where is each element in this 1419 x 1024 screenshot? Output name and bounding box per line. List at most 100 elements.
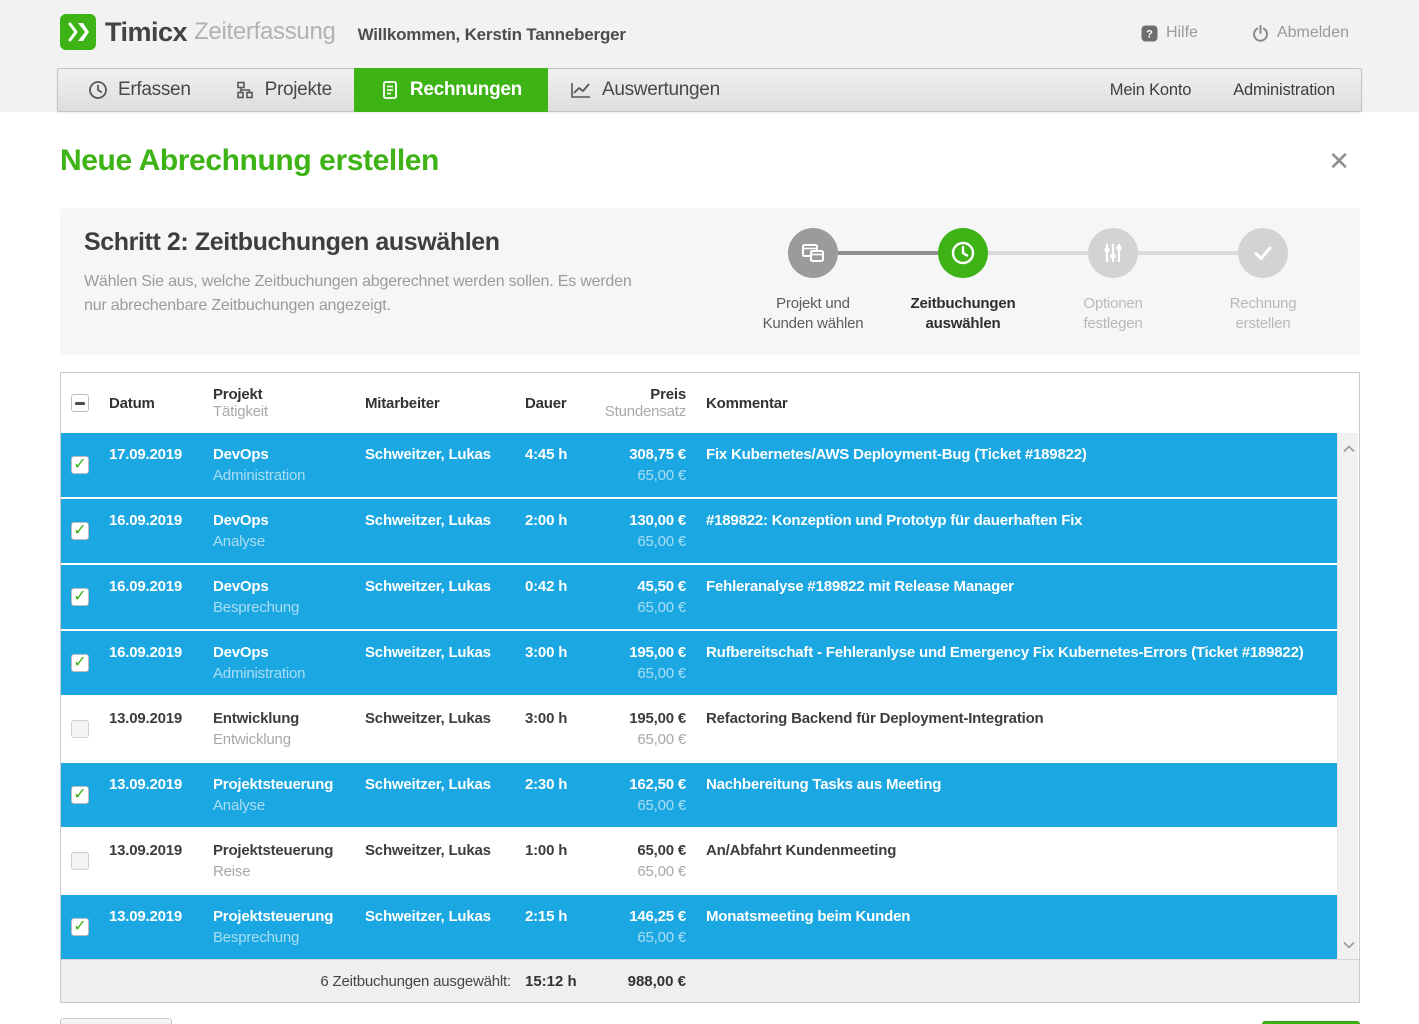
col-header-stundensatz: Stundensatz <box>591 403 686 420</box>
row-mitarbeiter: Schweitzer, Lukas <box>365 433 525 497</box>
col-header-kommentar: Kommentar <box>686 395 1359 412</box>
row-checkbox[interactable] <box>71 654 89 672</box>
col-header-dauer: Dauer <box>525 395 591 412</box>
row-preis: 195,00 € <box>591 642 686 663</box>
logout-label: Abmelden <box>1277 24 1349 42</box>
step-projekt-kunden[interactable]: Projekt und Kunden wählen <box>738 228 888 334</box>
total-price: 988,00 € <box>591 973 686 990</box>
row-dauer: 3:00 h <box>525 631 591 695</box>
step-label-line2: erstellen <box>1230 314 1297 334</box>
table-row[interactable]: 13.09.2019 Projektsteuerung Reise Schwei… <box>61 829 1337 895</box>
step-label: Optionen festlegen <box>1083 294 1142 334</box>
row-datum: 16.09.2019 <box>109 499 213 563</box>
row-mitarbeiter: Schweitzer, Lukas <box>365 829 525 893</box>
row-mitarbeiter: Schweitzer, Lukas <box>365 631 525 695</box>
help-label: Hilfe <box>1166 24 1198 42</box>
row-preis-cell: 45,50 € 65,00 € <box>591 565 686 629</box>
row-taetigkeit: Administration <box>213 663 365 684</box>
row-datum: 16.09.2019 <box>109 631 213 695</box>
row-preis: 308,75 € <box>591 444 686 465</box>
row-mitarbeiter: Schweitzer, Lukas <box>365 697 525 761</box>
back-button[interactable] <box>60 1018 172 1024</box>
close-icon[interactable]: ✕ <box>1324 144 1354 178</box>
row-preis-cell: 65,00 € 65,00 € <box>591 829 686 893</box>
welcome-text: Willkommen, Kerstin Tanneberger <box>358 25 626 45</box>
page-title: Neue Abrechnung erstellen <box>60 144 439 178</box>
row-checkbox[interactable] <box>71 786 89 804</box>
row-preis-cell: 195,00 € 65,00 € <box>591 631 686 695</box>
row-kommentar: Rufbereitschaft - Fehleranlyse und Emerg… <box>686 631 1337 695</box>
row-dauer: 0:42 h <box>525 565 591 629</box>
nav-link-mein-konto[interactable]: Mein Konto <box>1110 81 1191 100</box>
nav-link-administration[interactable]: Administration <box>1233 81 1335 100</box>
tab-projekte[interactable]: Projekte <box>213 69 354 111</box>
row-preis: 45,50 € <box>591 576 686 597</box>
step-rechnung[interactable]: Rechnung erstellen <box>1188 228 1338 334</box>
table-row[interactable]: 13.09.2019 Entwicklung Entwicklung Schwe… <box>61 697 1337 763</box>
select-all-checkbox[interactable] <box>71 394 89 412</box>
row-taetigkeit: Analyse <box>213 795 365 816</box>
row-kommentar: An/Abfahrt Kundenmeeting <box>686 829 1337 893</box>
step-optionen[interactable]: Optionen festlegen <box>1038 228 1188 334</box>
row-taetigkeit: Administration <box>213 465 365 486</box>
row-preis: 65,00 € <box>591 840 686 861</box>
col-header-preis: Preis Stundensatz <box>591 386 686 420</box>
step-label-line1: Optionen <box>1083 294 1142 314</box>
table-row[interactable]: 13.09.2019 Projektsteuerung Analyse Schw… <box>61 763 1337 829</box>
step-zeitbuchungen[interactable]: Zeitbuchungen auswählen <box>888 228 1038 334</box>
row-projekt-cell: Projektsteuerung Analyse <box>213 763 365 827</box>
step-label: Zeitbuchungen auswählen <box>911 294 1016 334</box>
row-checkbox[interactable] <box>71 720 89 738</box>
tab-auswertungen[interactable]: Auswertungen <box>548 69 742 111</box>
row-checkbox[interactable] <box>71 456 89 474</box>
table-row[interactable]: 13.09.2019 Projektsteuerung Besprechung … <box>61 895 1337 961</box>
help-icon: ? <box>1141 25 1158 42</box>
top-header: Timicx Zeiterfassung Willkommen, Kerstin… <box>0 0 1419 112</box>
row-dauer: 3:00 h <box>525 697 591 761</box>
svg-text:?: ? <box>1146 28 1153 40</box>
row-projekt: DevOps <box>213 642 365 663</box>
row-stundensatz: 65,00 € <box>591 861 686 882</box>
table-row[interactable]: 16.09.2019 DevOps Analyse Schweitzer, Lu… <box>61 499 1337 565</box>
row-checkbox[interactable] <box>71 918 89 936</box>
row-taetigkeit: Besprechung <box>213 597 365 618</box>
sitemap-icon <box>235 80 255 100</box>
help-link[interactable]: ? Hilfe <box>1141 24 1198 42</box>
row-checkbox[interactable] <box>71 852 89 870</box>
row-kommentar: Fix Kubernetes/AWS Deployment-Bug (Ticke… <box>686 433 1337 497</box>
bookings-table: Datum Projekt Tätigkeit Mitarbeiter Daue… <box>60 372 1360 1003</box>
row-preis-cell: 195,00 € 65,00 € <box>591 697 686 761</box>
scroll-down-icon[interactable] <box>1338 933 1359 957</box>
step-label-line2: Kunden wählen <box>763 314 864 334</box>
row-datum: 17.09.2019 <box>109 433 213 497</box>
table-row[interactable]: 16.09.2019 DevOps Besprechung Schweitzer… <box>61 565 1337 631</box>
tab-erfassen-label: Erfassen <box>118 79 191 101</box>
row-dauer: 2:15 h <box>525 895 591 959</box>
row-projekt-cell: Projektsteuerung Reise <box>213 829 365 893</box>
logout-link[interactable]: Abmelden <box>1252 24 1349 42</box>
row-projekt: DevOps <box>213 444 365 465</box>
table-scrollbar[interactable] <box>1337 433 1358 961</box>
table-row[interactable]: 16.09.2019 DevOps Administration Schweit… <box>61 631 1337 697</box>
col-header-mitarbeiter: Mitarbeiter <box>365 395 525 412</box>
row-mitarbeiter: Schweitzer, Lukas <box>365 565 525 629</box>
row-preis-cell: 146,25 € 65,00 € <box>591 895 686 959</box>
tab-rechnungen[interactable]: Rechnungen <box>354 68 548 112</box>
row-projekt: DevOps <box>213 576 365 597</box>
table-row[interactable]: 17.09.2019 DevOps Administration Schweit… <box>61 433 1337 499</box>
tab-erfassen[interactable]: Erfassen <box>66 69 213 111</box>
row-projekt-cell: Entwicklung Entwicklung <box>213 697 365 761</box>
row-stundensatz: 65,00 € <box>591 729 686 750</box>
power-icon <box>1252 25 1269 42</box>
row-checkbox[interactable] <box>71 588 89 606</box>
row-mitarbeiter: Schweitzer, Lukas <box>365 499 525 563</box>
row-preis: 146,25 € <box>591 906 686 927</box>
row-stundensatz: 65,00 € <box>591 531 686 552</box>
step-label-line1: Zeitbuchungen <box>911 294 1016 314</box>
row-datum: 13.09.2019 <box>109 697 213 761</box>
row-mitarbeiter: Schweitzer, Lukas <box>365 895 525 959</box>
row-checkbox[interactable] <box>71 522 89 540</box>
row-projekt: DevOps <box>213 510 365 531</box>
scroll-up-icon[interactable] <box>1338 437 1359 461</box>
row-projekt-cell: DevOps Administration <box>213 631 365 695</box>
